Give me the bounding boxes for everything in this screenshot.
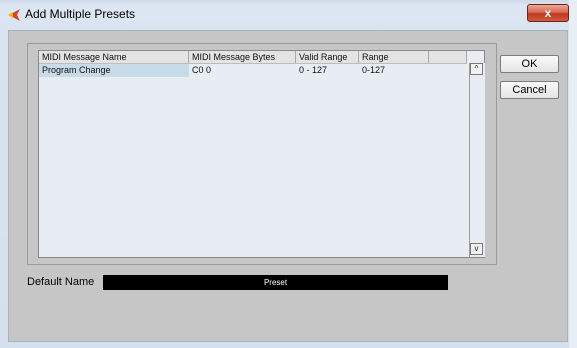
chevron-up-icon: ^	[474, 64, 479, 73]
table-row-0-range-cell[interactable]: 0-127	[359, 64, 429, 77]
column-header-range[interactable]: Range	[359, 51, 429, 63]
scroll-up-button[interactable]: ^	[470, 63, 483, 75]
presets-table[interactable]: MIDI Message Name MIDI Message Bytes Val…	[38, 50, 485, 258]
scroll-down-button[interactable]: v	[470, 243, 483, 255]
column-header-midi-message-bytes[interactable]: MIDI Message Bytes	[189, 51, 296, 63]
add-multiple-presets-window: Add Multiple Presets x MIDI Message Name…	[0, 0, 577, 348]
default-name-field[interactable]: Preset	[103, 275, 448, 290]
vertical-scrollbar[interactable]: ^ v	[469, 63, 485, 257]
table-header: MIDI Message Name MIDI Message Bytes Val…	[39, 51, 467, 64]
column-header-valid-range[interactable]: Valid Range	[296, 51, 359, 63]
table-row-0-bytes-cell[interactable]: C0 0	[189, 64, 296, 77]
default-name-label: Default Name	[27, 276, 95, 288]
table-row-0-valid-range-cell[interactable]: 0 - 127	[296, 64, 359, 77]
close-button[interactable]: x	[527, 4, 569, 22]
window-right-edge	[569, 0, 577, 348]
window-title: Add Multiple Presets	[25, 7, 136, 21]
column-header-midi-message-name[interactable]: MIDI Message Name	[39, 51, 189, 63]
chevron-down-icon: v	[474, 244, 479, 253]
presets-group-box: MIDI Message Name MIDI Message Bytes Val…	[27, 43, 497, 265]
title-bar: Add Multiple Presets x	[0, 0, 577, 30]
ok-button[interactable]: OK	[500, 55, 559, 73]
table-row-0-name-cell[interactable]: Program Change	[39, 64, 189, 77]
close-icon: x	[544, 6, 552, 20]
dialog-body: MIDI Message Name MIDI Message Bytes Val…	[8, 30, 568, 342]
app-logo-icon	[8, 9, 20, 21]
column-header-blank	[429, 51, 467, 63]
cancel-button[interactable]: Cancel	[500, 81, 559, 99]
